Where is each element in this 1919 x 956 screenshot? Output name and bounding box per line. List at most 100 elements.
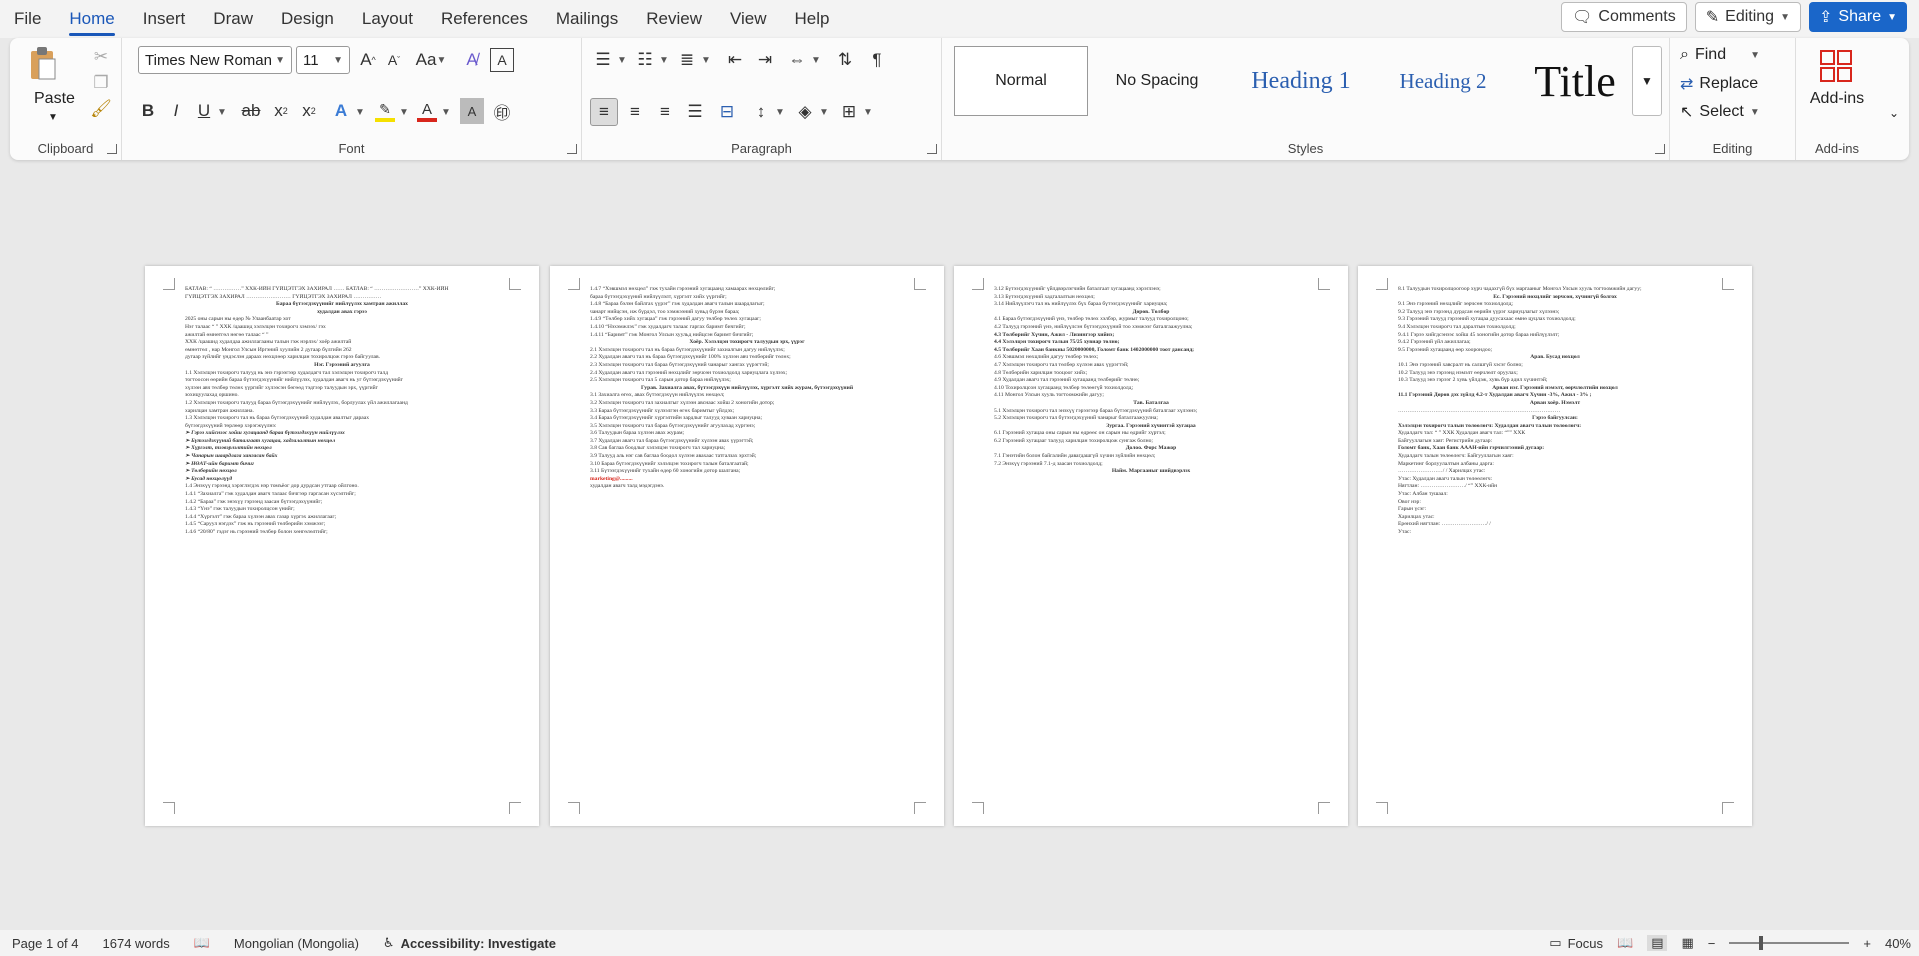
chevron-down-icon[interactable]: ▼: [398, 102, 410, 122]
increase-indent-icon[interactable]: ⇥: [752, 48, 778, 72]
focus-button[interactable]: ▭ Focus: [1549, 935, 1603, 951]
chevron-down-icon[interactable]: ▼: [700, 50, 712, 70]
bold-icon[interactable]: B: [136, 98, 160, 124]
zoom-in-icon[interactable]: +: [1863, 936, 1871, 951]
page-text[interactable]: 1.4.7 “Хэвшмэл нөхцөл” гэж тухайн гэрээн…: [590, 286, 904, 491]
shrink-font-icon[interactable]: Aˇ: [382, 48, 406, 72]
menu-review[interactable]: Review: [632, 0, 716, 38]
menu-draw[interactable]: Draw: [199, 0, 267, 38]
collapse-ribbon-icon[interactable]: ⌄: [1889, 106, 1899, 120]
chevron-down-icon[interactable]: ▼: [216, 102, 228, 122]
align-right-icon[interactable]: ≡: [652, 98, 678, 126]
italic-icon[interactable]: I: [164, 98, 188, 124]
find-button[interactable]: ⌕ Find ▼: [1680, 46, 1760, 64]
menu-home[interactable]: Home: [55, 0, 128, 38]
justify-icon[interactable]: ☰: [682, 98, 708, 126]
clipboard-launcher-icon[interactable]: [107, 144, 117, 154]
line-spacing-icon[interactable]: ↕: [748, 98, 774, 126]
style-heading-2[interactable]: Heading 2: [1378, 46, 1508, 116]
font-size-select[interactable]: 11 ▼: [296, 46, 350, 74]
strikethrough-icon[interactable]: ab: [238, 98, 264, 124]
underline-icon[interactable]: U: [192, 98, 216, 124]
numbering-icon[interactable]: ☷: [632, 48, 658, 72]
addins-grid-icon[interactable]: [1816, 46, 1856, 86]
menu-layout[interactable]: Layout: [348, 0, 427, 38]
page-text[interactable]: 3.12 Бүтээгдэхүүнийг үйлдвэрлэгчийн бата…: [994, 286, 1308, 476]
zoom-level[interactable]: 40%: [1885, 936, 1911, 951]
copy-icon[interactable]: ❐: [90, 72, 112, 94]
character-shading-icon[interactable]: A: [460, 98, 484, 124]
menu-references[interactable]: References: [427, 0, 542, 38]
sort-icon[interactable]: ⇅: [832, 48, 858, 72]
page-indicator[interactable]: Page 1 of 4: [0, 936, 91, 951]
chevron-down-icon[interactable]: ▼: [818, 102, 830, 122]
share-button[interactable]: ⇪ Share ▼: [1808, 2, 1907, 32]
styles-launcher-icon[interactable]: [1655, 144, 1665, 154]
menu-insert[interactable]: Insert: [129, 0, 200, 38]
addins-button[interactable]: Add-ins: [1804, 90, 1870, 108]
multilevel-list-icon[interactable]: ≣: [674, 48, 700, 72]
highlight-color-icon[interactable]: ✎: [372, 96, 398, 126]
document-page-3[interactable]: 3.12 Бүтээгдэхүүнийг үйлдвэрлэгчийн бата…: [954, 266, 1348, 826]
menu-view[interactable]: View: [716, 0, 781, 38]
comments-button[interactable]: 🗨 Comments: [1561, 2, 1687, 32]
document-area[interactable]: БАТЛАВ: “ ……………” ХХК-ИЙН ГҮЙЦЭТГЭХ ЗАХИР…: [0, 160, 1919, 930]
text-effects-icon[interactable]: A: [328, 98, 354, 124]
style-heading-1[interactable]: Heading 1: [1226, 46, 1376, 116]
editing-mode-button[interactable]: ✎ Editing ▼: [1694, 2, 1801, 32]
chevron-down-icon[interactable]: ▼: [658, 50, 670, 70]
menu-design[interactable]: Design: [267, 0, 348, 38]
document-page-2[interactable]: 1.4.7 “Хэвшмэл нөхцөл” гэж тухайн гэрээн…: [550, 266, 944, 826]
accessibility-status[interactable]: ♿ Accessibility: Investigate: [371, 935, 568, 951]
chevron-down-icon[interactable]: ▼: [774, 102, 786, 122]
grow-font-icon[interactable]: A ^: [356, 48, 380, 72]
change-case-icon[interactable]: Aa ▼: [414, 48, 448, 72]
paste-icon[interactable]: [24, 44, 62, 84]
decrease-indent-icon[interactable]: ⇤: [722, 48, 748, 72]
select-button[interactable]: ↖ Select ▼: [1680, 102, 1760, 122]
replace-button[interactable]: ⇄ Replace: [1680, 74, 1758, 94]
font-color-icon[interactable]: A: [414, 96, 440, 126]
proofing-status[interactable]: 📖: [182, 935, 222, 951]
distributed-icon[interactable]: ⊟: [714, 98, 740, 126]
format-painter-icon[interactable]: 🖌: [90, 98, 112, 120]
align-center-icon[interactable]: ≡: [622, 98, 648, 126]
chevron-down-icon[interactable]: ▼: [616, 50, 628, 70]
chevron-down-icon[interactable]: ▼: [440, 102, 452, 122]
clear-formatting-icon[interactable]: A̸: [460, 48, 484, 72]
chevron-down-icon[interactable]: ▼: [862, 102, 874, 122]
style-normal[interactable]: Normal: [954, 46, 1088, 116]
zoom-slider-thumb[interactable]: [1759, 936, 1764, 950]
styles-gallery-more-button[interactable]: ▼: [1632, 46, 1662, 116]
document-page-4[interactable]: 8.1 Талуудын тохиролцоогоор хүрч чадахгү…: [1358, 266, 1752, 826]
language-indicator[interactable]: Mongolian (Mongolia): [222, 936, 371, 951]
page-text[interactable]: 8.1 Талуудын тохиролцоогоор хүрч чадахгү…: [1398, 286, 1712, 537]
shading-icon[interactable]: ◈: [792, 98, 818, 126]
paste-button[interactable]: Paste: [34, 90, 75, 108]
word-count[interactable]: 1674 words: [91, 936, 182, 951]
enclose-characters-icon[interactable]: ㊞: [490, 98, 514, 124]
zoom-slider[interactable]: [1729, 936, 1850, 950]
menu-help[interactable]: Help: [781, 0, 844, 38]
paragraph-launcher-icon[interactable]: [927, 144, 937, 154]
superscript-icon[interactable]: x2: [296, 98, 322, 124]
show-formatting-marks-icon[interactable]: ¶: [864, 48, 890, 72]
menu-mailings[interactable]: Mailings: [542, 0, 632, 38]
page-text[interactable]: БАТЛАВ: “ ……………” ХХК-ИЙН ГҮЙЦЭТГЭХ ЗАХИР…: [185, 286, 499, 537]
subscript-icon[interactable]: x2: [268, 98, 294, 124]
zoom-out-icon[interactable]: −: [1708, 936, 1716, 951]
borders-icon[interactable]: ⊞: [836, 98, 862, 126]
chevron-down-icon[interactable]: ▼: [354, 102, 366, 122]
asian-layout-icon[interactable]: ⇔: [784, 48, 810, 72]
chevron-down-icon[interactable]: ▼: [810, 50, 822, 70]
character-border-icon[interactable]: A: [490, 48, 514, 72]
menu-file[interactable]: File: [0, 0, 55, 38]
cut-icon[interactable]: ✂: [90, 46, 112, 68]
print-layout-icon[interactable]: ▤: [1647, 935, 1668, 951]
font-name-select[interactable]: Times New Roman ▼: [138, 46, 292, 74]
document-page-1[interactable]: БАТЛАВ: “ ……………” ХХК-ИЙН ГҮЙЦЭТГЭХ ЗАХИР…: [145, 266, 539, 826]
style-title[interactable]: Title: [1510, 46, 1640, 116]
read-mode-icon[interactable]: 📖: [1617, 935, 1633, 951]
style-no-spacing[interactable]: No Spacing: [1092, 46, 1222, 116]
chevron-down-icon[interactable]: ▼: [48, 112, 58, 123]
